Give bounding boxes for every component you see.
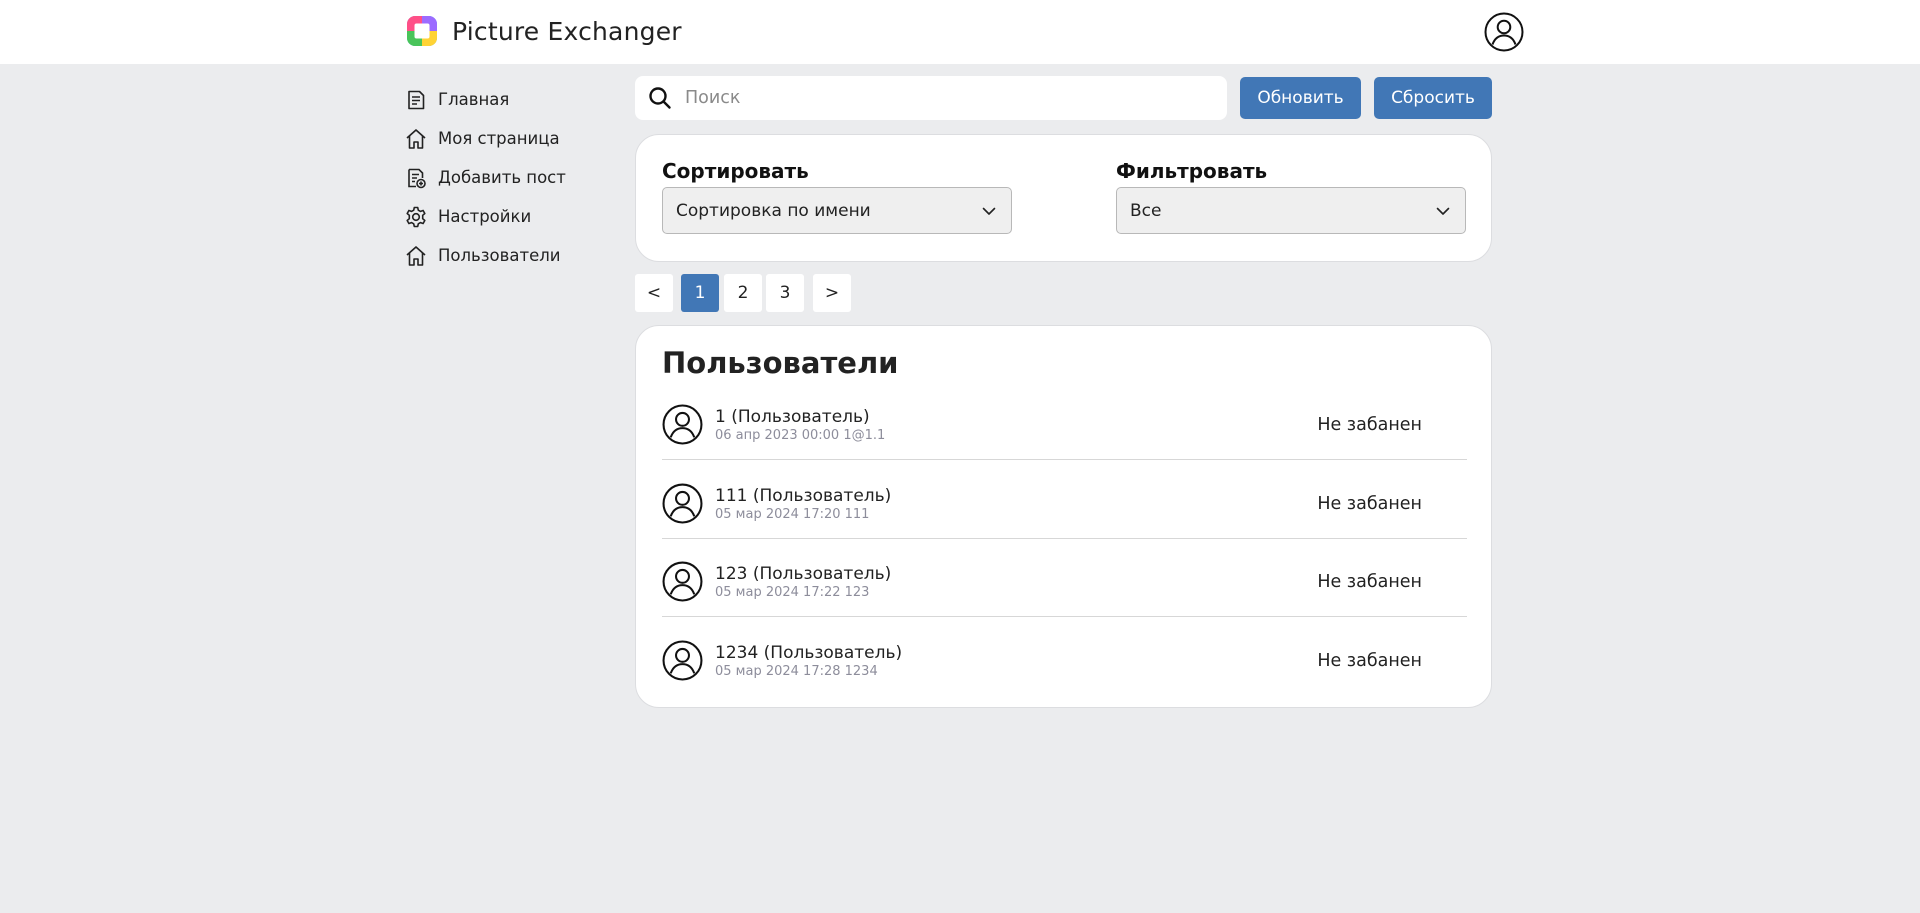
user-row[interactable]: 111 (Пользователь) 05 мар 2024 17:20 111… xyxy=(662,461,1467,539)
sidebar-item-label: Добавить пост xyxy=(438,168,566,187)
filter-group: Фильтровать Все xyxy=(1116,159,1466,234)
user-avatar-icon xyxy=(662,404,703,445)
document-icon xyxy=(408,90,425,109)
sidebar-item-users[interactable]: Пользователи xyxy=(404,236,604,275)
users-card: Пользователи 1 (Пользователь) 06 апр 202… xyxy=(635,325,1492,708)
user-ban-status: Не забанен xyxy=(1317,572,1422,592)
user-row[interactable]: 1 (Пользователь) 06 апр 2023 00:00 1@1.1… xyxy=(662,382,1467,460)
filter-selected-value: Все xyxy=(1130,200,1162,221)
page-button-1[interactable]: 1 xyxy=(681,274,719,312)
sort-title: Сортировать xyxy=(662,159,809,183)
user-avatar-icon xyxy=(662,561,703,602)
home-icon xyxy=(406,128,426,149)
chevron-down-icon xyxy=(1436,207,1450,215)
user-circle-icon[interactable] xyxy=(1484,12,1524,52)
refresh-button[interactable]: Обновить xyxy=(1240,77,1361,119)
brand[interactable]: Picture Exchanger xyxy=(406,15,682,47)
search-box[interactable] xyxy=(635,76,1227,120)
app-title: Picture Exchanger xyxy=(452,16,682,46)
sidebar-item-home[interactable]: Главная xyxy=(404,80,604,119)
page-button-2[interactable]: 2 xyxy=(724,274,762,312)
top-bar: Picture Exchanger xyxy=(0,0,1920,64)
sidebar-item-my-page[interactable]: Моя страница xyxy=(404,119,604,158)
reset-button[interactable]: Сбросить xyxy=(1374,77,1492,119)
next-page-button[interactable]: > xyxy=(813,274,851,312)
add-post-icon xyxy=(408,168,426,188)
user-avatar-icon xyxy=(662,640,703,681)
chevron-down-icon xyxy=(982,207,996,215)
sort-group: Сортировать Сортировка по имени xyxy=(662,159,1012,234)
search-icon xyxy=(649,87,671,109)
user-name: 111 (Пользователь) xyxy=(715,486,892,506)
user-ban-status: Не забанен xyxy=(1317,415,1422,435)
home-icon xyxy=(406,245,426,266)
user-meta: 05 мар 2024 17:22 123 xyxy=(715,585,870,600)
user-name: 123 (Пользователь) xyxy=(715,564,892,584)
sidebar-item-label: Главная xyxy=(438,90,510,109)
sidebar: Главная Моя страница Добавить пост Настр… xyxy=(404,80,604,275)
sort-selected-value: Сортировка по имени xyxy=(676,200,871,221)
filters-card: Сортировать Сортировка по имени Фильтров… xyxy=(635,134,1492,262)
user-ban-status: Не забанен xyxy=(1317,651,1422,671)
user-meta: 05 мар 2024 17:28 1234 xyxy=(715,664,878,679)
user-row[interactable]: 123 (Пользователь) 05 мар 2024 17:22 123… xyxy=(662,539,1467,617)
sidebar-item-label: Пользователи xyxy=(438,246,561,265)
user-row[interactable]: 1234 (Пользователь) 05 мар 2024 17:28 12… xyxy=(662,618,1467,696)
user-meta: 05 мар 2024 17:20 111 xyxy=(715,507,870,522)
app-logo-icon xyxy=(407,16,437,46)
prev-page-button[interactable]: < xyxy=(635,274,673,312)
search-input[interactable] xyxy=(685,88,1185,108)
sidebar-item-settings[interactable]: Настройки xyxy=(404,197,604,236)
sidebar-item-label: Моя страница xyxy=(438,129,560,148)
user-avatar-icon xyxy=(662,483,703,524)
user-ban-status: Не забанен xyxy=(1317,494,1422,514)
user-name: 1234 (Пользователь) xyxy=(715,643,903,663)
gear-icon xyxy=(406,206,426,227)
sidebar-item-add-post[interactable]: Добавить пост xyxy=(404,158,604,197)
sort-select[interactable]: Сортировка по имени xyxy=(662,187,1012,234)
page-button-3[interactable]: 3 xyxy=(766,274,804,312)
filter-select[interactable]: Все xyxy=(1116,187,1466,234)
users-title: Пользователи xyxy=(662,346,899,380)
user-name: 1 (Пользователь) xyxy=(715,407,870,427)
user-meta: 06 апр 2023 00:00 1@1.1 xyxy=(715,428,886,443)
sidebar-item-label: Настройки xyxy=(438,207,532,226)
filter-title: Фильтровать xyxy=(1116,159,1268,183)
